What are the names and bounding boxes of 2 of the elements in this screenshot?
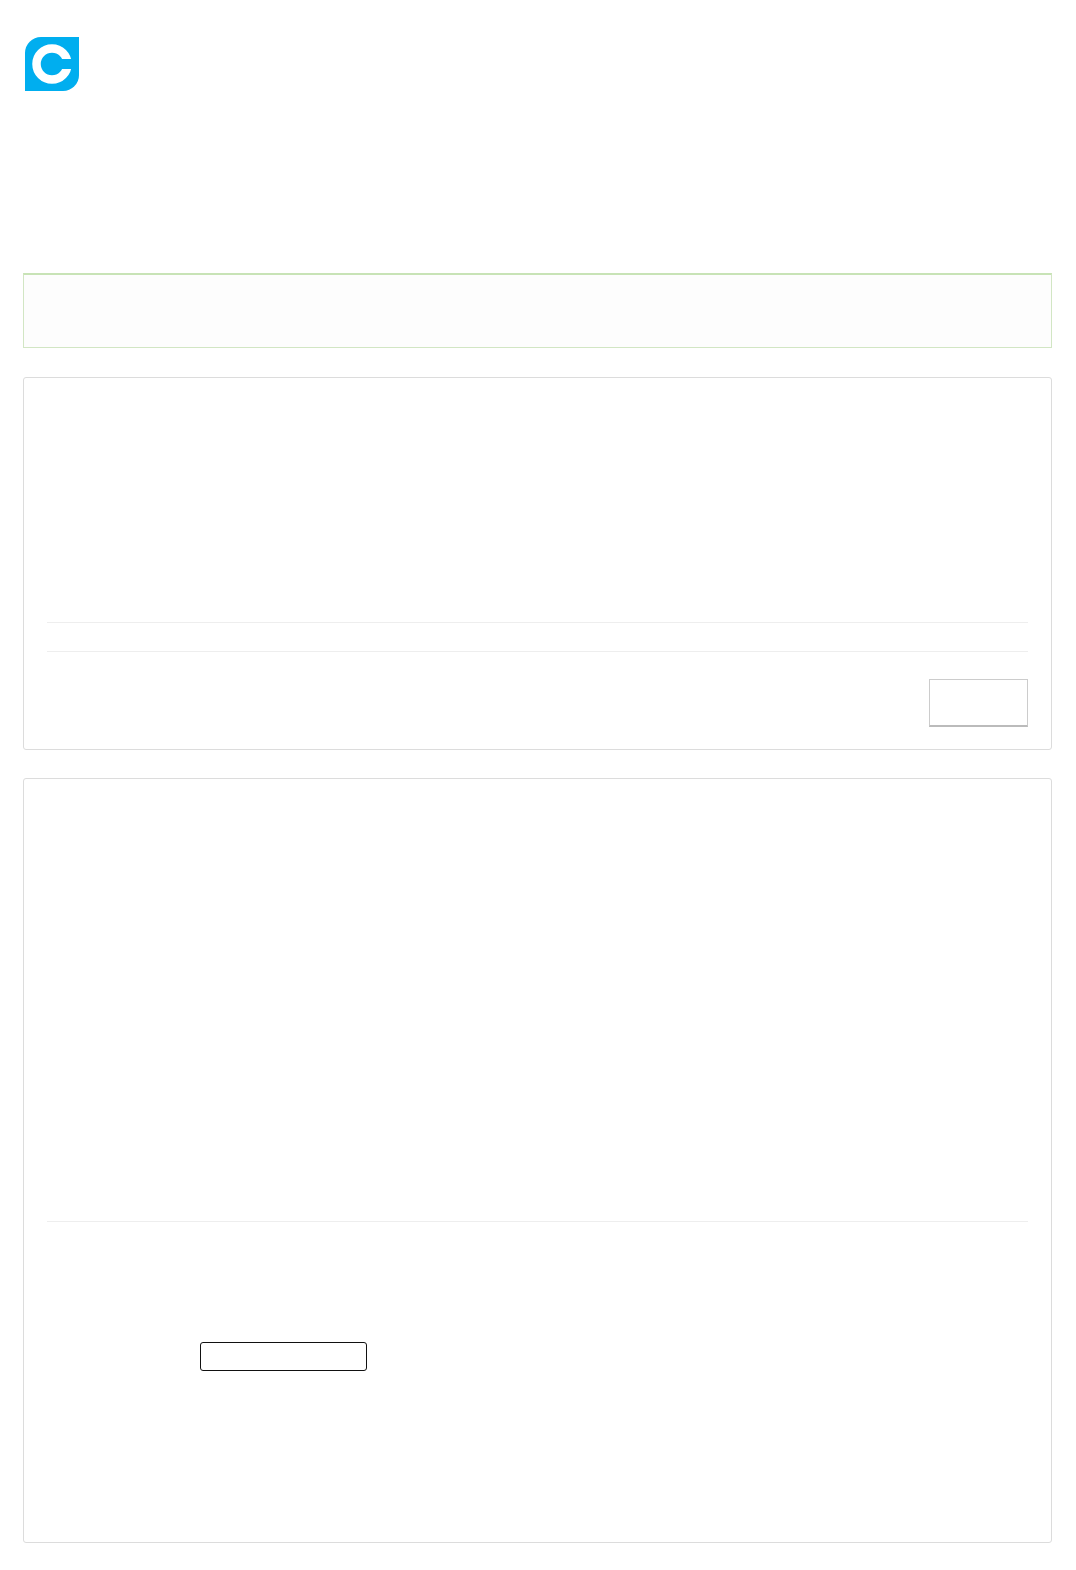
input-field[interactable] <box>200 1342 367 1371</box>
logo-icon <box>25 37 79 91</box>
